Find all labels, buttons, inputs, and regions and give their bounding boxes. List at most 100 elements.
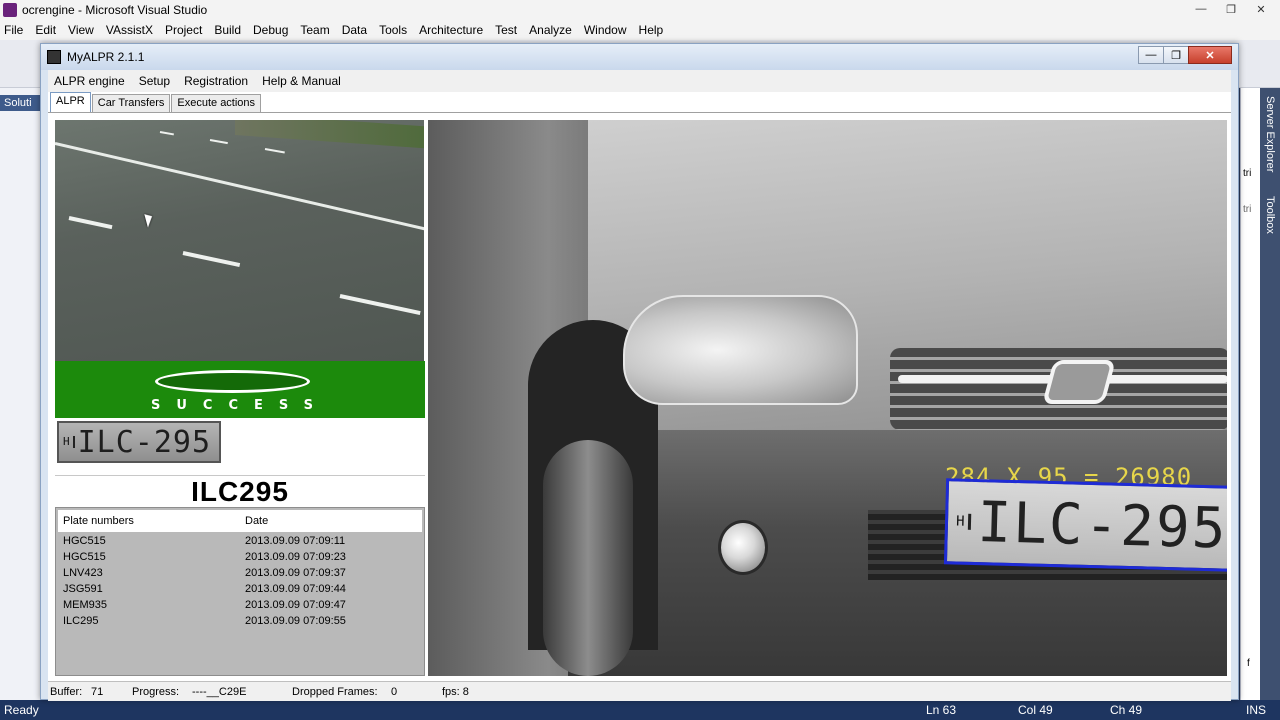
vs-status-ins: INS <box>1246 703 1267 717</box>
table-row[interactable]: MEM935 2013.09.09 07:09:47 <box>58 599 422 615</box>
vs-menu-tools[interactable]: Tools <box>379 23 407 37</box>
plates-history-table[interactable]: Plate numbers Date HGC515 2013.09.09 07:… <box>55 507 425 676</box>
vs-menu-analyze[interactable]: Analyze <box>529 23 572 37</box>
alpr-menu-help-manual[interactable]: Help & Manual <box>262 74 341 88</box>
status-progress-label: Progress: <box>132 686 180 698</box>
visual-studio-logo-icon <box>3 3 17 17</box>
alpr-tab-page: SUCCESS H ILC-295 ILC295 Plate numbers D… <box>48 112 1231 676</box>
road-edge-line <box>55 142 424 235</box>
vs-solution-explorer-tab[interactable]: Soluti <box>0 95 44 111</box>
cell-plate: HGC515 <box>63 535 106 547</box>
success-ellipse-icon <box>155 370 310 393</box>
status-dropped-frames-label: Dropped Frames: <box>292 686 378 698</box>
cell-plate: LNV423 <box>63 567 103 579</box>
vs-titlebar: ocrengine - Microsoft Visual Studio — ❐ … <box>0 0 1280 20</box>
vs-menu-edit[interactable]: Edit <box>35 23 56 37</box>
table-row[interactable]: JSG591 2013.09.09 07:09:44 <box>58 583 422 599</box>
cell-date: 2013.09.09 07:09:47 <box>245 599 346 611</box>
tab-car-transfers[interactable]: Car Transfers <box>91 94 171 112</box>
plate-crop-image: H ILC-295 <box>57 421 221 463</box>
cell-date: 2013.09.09 07:09:55 <box>245 615 346 627</box>
status-buffer-label: Buffer: <box>50 686 83 698</box>
road-lane-dash <box>159 131 174 136</box>
alpr-client-area: ALPR engine Setup Registration Help & Ma… <box>48 70 1231 701</box>
status-fps: fps: 8 <box>442 686 469 698</box>
vs-menu-team[interactable]: Team <box>300 23 329 37</box>
tab-alpr[interactable]: ALPR <box>50 92 91 112</box>
overview-camera-image <box>55 120 424 361</box>
vs-menu-debug[interactable]: Debug <box>253 23 288 37</box>
main-camera-image: 284 X 95 = 26980 H ILC-295 <box>428 120 1227 676</box>
vs-menu-architecture[interactable]: Architecture <box>419 23 483 37</box>
vs-menu-data[interactable]: Data <box>342 23 367 37</box>
vs-server-explorer-label: Server Explorer <box>1264 96 1276 173</box>
table-row[interactable]: ILC295 2013.09.09 07:09:55 <box>58 615 422 631</box>
cell-date: 2013.09.09 07:09:37 <box>245 567 346 579</box>
road-verge <box>235 120 424 149</box>
camera-plate-text: ILC-295 <box>976 489 1227 562</box>
plate-country-code: H <box>63 436 75 448</box>
detected-plate-box: H ILC-295 <box>943 478 1227 572</box>
car-foglight <box>718 520 768 575</box>
vs-toolbox-label: Toolbox <box>1264 196 1276 234</box>
table-header: Plate numbers Date <box>58 510 422 532</box>
alpr-window-title: MyALPR 2.1.1 <box>67 50 145 64</box>
recognized-plate-text: ILC295 <box>191 475 289 507</box>
vs-window-title: ocrengine - Microsoft Visual Studio <box>22 3 208 17</box>
alpr-maximize-button[interactable]: ❐ <box>1163 46 1189 64</box>
vs-close-button[interactable]: ✕ <box>1248 0 1274 18</box>
plate-result-area: ILC295 <box>55 475 425 507</box>
road-lane-dash <box>68 216 113 230</box>
vs-menu-project[interactable]: Project <box>165 23 202 37</box>
success-label: SUCCESS <box>150 398 330 413</box>
vs-solution-explorer-panel <box>0 88 44 700</box>
vs-window-controls: — ❐ ✕ <box>1188 0 1274 18</box>
alpr-close-button[interactable]: ✕ <box>1188 46 1232 64</box>
vs-statusbar: Ready Ln 63 Col 49 Ch 49 INS <box>0 700 1280 720</box>
column-header-plate-numbers[interactable]: Plate numbers <box>63 515 134 527</box>
alpr-tabstrip: ALPR Car Transfers Execute actions <box>50 92 262 112</box>
vs-menubar: File Edit View VAssistX Project Build De… <box>0 20 1280 40</box>
cell-date: 2013.09.09 07:09:11 <box>245 535 346 547</box>
table-row[interactable]: HGC515 2013.09.09 07:09:23 <box>58 551 422 567</box>
vs-server-explorer-tab[interactable]: Server Explorer <box>1261 96 1279 172</box>
road-lane-dash <box>264 148 285 154</box>
status-progress-value: ----__C29E <box>192 686 247 698</box>
cell-plate: JSG591 <box>63 583 103 595</box>
vs-toolbox-tab[interactable]: Toolbox <box>1261 196 1279 234</box>
alpr-titlebar[interactable]: MyALPR 2.1.1 — ❐ ✕ <box>41 44 1238 70</box>
alpr-minimize-button[interactable]: — <box>1138 46 1164 64</box>
vs-menu-help[interactable]: Help <box>639 23 664 37</box>
vs-menu-test[interactable]: Test <box>495 23 517 37</box>
vs-menu-view[interactable]: View <box>68 23 94 37</box>
table-row[interactable]: LNV423 2013.09.09 07:09:37 <box>58 567 422 583</box>
status-buffer-value: 71 <box>91 686 104 698</box>
cell-plate: HGC515 <box>63 551 106 563</box>
vs-menu-vassistx[interactable]: VAssistX <box>106 23 153 37</box>
vs-right-hint: f <box>1247 658 1250 669</box>
alpr-menu-registration[interactable]: Registration <box>184 74 248 88</box>
vs-status-line: Ln 63 <box>926 703 957 717</box>
vs-maximize-button[interactable]: ❐ <box>1218 0 1244 18</box>
car-headlight <box>623 295 858 405</box>
mouse-cursor-icon <box>144 212 155 228</box>
cell-plate: ILC295 <box>63 615 99 627</box>
recognition-status-panel: SUCCESS <box>55 361 425 418</box>
alpr-menu-setup[interactable]: Setup <box>139 74 170 88</box>
camera-plate-country-code: H <box>951 513 972 530</box>
road-lane-dash <box>182 251 241 268</box>
alpr-statusbar: Buffer: 71 Progress: ----__C29E Dropped … <box>48 681 1231 701</box>
vs-menu-file[interactable]: File <box>4 23 23 37</box>
vs-minimize-button[interactable]: — <box>1188 0 1214 18</box>
cell-plate: MEM935 <box>63 599 108 611</box>
column-header-date[interactable]: Date <box>245 515 268 527</box>
vs-menu-build[interactable]: Build <box>214 23 241 37</box>
vs-menu-window[interactable]: Window <box>584 23 627 37</box>
tab-execute-actions[interactable]: Execute actions <box>171 94 262 112</box>
alpr-menu-alpr-engine[interactable]: ALPR engine <box>54 74 125 88</box>
alpr-window: MyALPR 2.1.1 — ❐ ✕ ALPR engine Setup Reg… <box>40 43 1239 701</box>
plate-crop-area: H ILC-295 <box>55 418 425 475</box>
vs-right-editor-edge: tri tri f <box>1240 88 1260 700</box>
vs-right-hint: tri <box>1243 168 1252 179</box>
table-row[interactable]: HGC515 2013.09.09 07:09:11 <box>58 535 422 551</box>
